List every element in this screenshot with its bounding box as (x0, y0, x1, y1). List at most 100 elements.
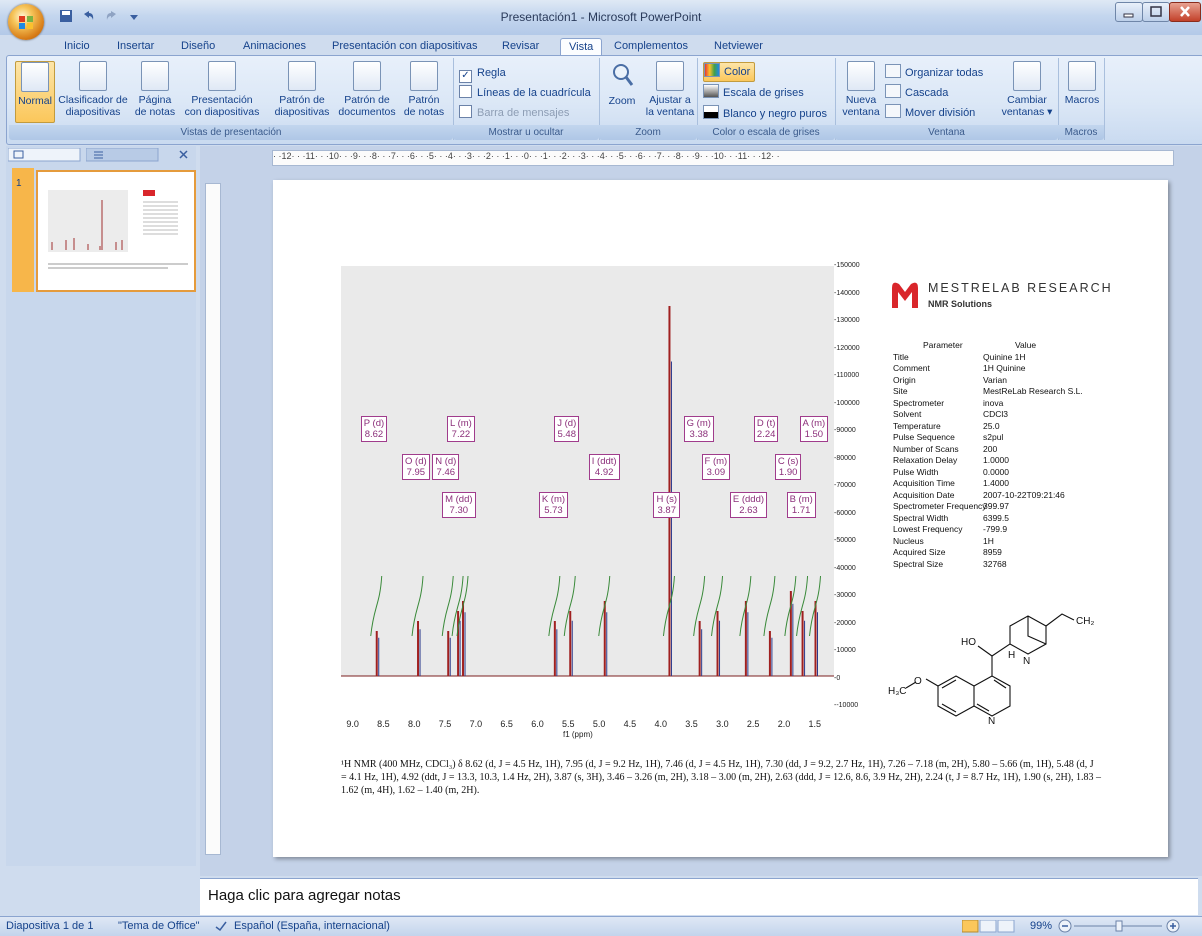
minimize-button[interactable] (1115, 2, 1143, 22)
status-theme[interactable]: "Tema de Office" (118, 920, 200, 932)
tab-slides[interactable] (8, 148, 88, 162)
param-key: Solvent (893, 409, 922, 419)
magnifier-icon (613, 64, 634, 86)
vertical-ruler[interactable] (205, 183, 221, 855)
cascade-button[interactable]: Cascada (885, 84, 948, 102)
notes-placeholder: Haga clic para agregar notas (208, 887, 401, 904)
slide-sorter-label-1: Clasificador de (58, 94, 128, 106)
arrange-all-button[interactable]: Organizar todas (885, 64, 983, 82)
slide-sorter-icon (79, 61, 107, 91)
param-key: Pulse Sequence (893, 432, 955, 442)
normal-view-button[interactable]: Normal (15, 61, 55, 123)
cascade-icon (885, 84, 901, 98)
notes-page-button[interactable]: Página de notas (131, 61, 179, 118)
color-button[interactable]: Color (703, 62, 756, 82)
param-key: Spectral Size (893, 558, 944, 569)
horizontal-ruler[interactable]: · ·12· · ·11· · ·10· · ·9· · ·8· · ·7· ·… (272, 150, 1174, 166)
close-panel-icon[interactable] (178, 149, 190, 161)
ruler-checkbox[interactable]: ✓ Regla (459, 64, 506, 83)
macros-label: Macros (1064, 94, 1100, 106)
black-white-icon (703, 105, 719, 119)
ppm-tick: 3.0 (716, 719, 729, 729)
param-key: Nucleus (893, 535, 924, 546)
new-window-label-1: Nueva (845, 94, 877, 106)
param-row: Spectrometer Frequency 399.97 (893, 501, 1143, 513)
slide-thumbnail[interactable] (36, 170, 196, 292)
zoom-button[interactable]: Zoom (603, 61, 641, 107)
param-key: Acquisition Time (893, 478, 955, 488)
message-bar-label: Barra de mensajes (477, 107, 570, 119)
param-row: Acquisition Time 1.4000 (893, 478, 1143, 490)
param-row: Title Quinine 1H (893, 352, 1143, 364)
param-value: 32768 (983, 558, 1007, 569)
checkbox-icon (459, 85, 472, 98)
ppm-axis-label: f1 (ppm) (563, 730, 593, 739)
view-buttons[interactable] (962, 920, 1016, 933)
grayscale-button[interactable]: Escala de grises (703, 84, 804, 102)
mestrelab-brand: MESTRELAB RESEARCH NMR Solutions (888, 278, 1148, 318)
gridlines-checkbox[interactable]: Líneas de la cuadrícula (459, 84, 591, 102)
notes-master-button[interactable]: Patrón de notas (399, 61, 449, 118)
close-button[interactable] (1169, 2, 1201, 22)
normal-view-icon (21, 62, 49, 92)
tab-inicio[interactable]: Inicio (64, 38, 90, 55)
move-split-icon (885, 104, 901, 118)
window-title: Presentación1 - Microsoft PowerPoint (500, 10, 702, 24)
param-value: 399.97 (983, 501, 1009, 511)
slide-master-button[interactable]: Patrón de diapositivas (269, 61, 335, 118)
zoom-level[interactable]: 99% (1030, 920, 1052, 932)
thumbnail-number: 1 (16, 178, 22, 189)
maximize-button[interactable] (1142, 2, 1170, 22)
redo-icon[interactable] (104, 8, 120, 24)
nmr-spectrum: P (d) 8.62 O (d) 7.95 M (dd) 7.30 L (m) 7.22 N (… (341, 266, 834, 739)
tab-revisar[interactable]: Revisar (502, 38, 539, 55)
gridlines-label: Líneas de la cuadrícula (477, 87, 591, 99)
intensity-tick: -0 (834, 674, 841, 682)
param-value: Quinine 1H (983, 351, 1026, 362)
customize-qat-icon[interactable] (126, 8, 142, 24)
param-key: Acquisition Date (893, 489, 955, 500)
new-window-button[interactable]: Nueva ventana (841, 61, 881, 118)
tab-outline[interactable] (86, 148, 166, 162)
move-split-button[interactable]: Mover división (885, 104, 975, 122)
tab-insertar[interactable]: Insertar (117, 38, 154, 55)
group-label-zoom: Zoom (599, 125, 697, 140)
group-vistas: Normal Clasificador de diapositivas Pági… (9, 58, 454, 140)
tab-presentacion[interactable]: Presentación con diapositivas (332, 38, 478, 55)
arrange-all-icon (885, 64, 901, 78)
undo-icon[interactable] (80, 8, 96, 24)
ppm-tick: 5.5 (562, 719, 575, 729)
intensity-tick: -50000 (834, 537, 856, 544)
param-row: Pulse Sequence s2pul (893, 432, 1143, 444)
slide-canvas[interactable]: P (d) 8.62 O (d) 7.95 M (dd) 7.30 L (m) 7.22 N (… (273, 180, 1168, 857)
bw-button[interactable]: Blanco y negro puros (703, 105, 827, 123)
quinine-structure: HO H N CH₂ H₃C O N (888, 613, 1094, 727)
intensity-tick: -110000 (834, 372, 860, 379)
tab-netviewer[interactable]: Netviewer (714, 38, 763, 55)
switch-windows-button[interactable]: Cambiar ventanas ▾ (999, 61, 1055, 118)
param-value: 2007-10-22T09:21:46 (983, 489, 1065, 500)
ppm-tick: 4.5 (623, 719, 637, 729)
grayscale-label: Escala de grises (723, 87, 804, 99)
tab-diseno[interactable]: Diseño (181, 38, 215, 55)
slideshow-button[interactable]: Presentación con diapositivas (179, 61, 265, 118)
spellcheck-icon[interactable] (214, 920, 228, 932)
param-key: Origin (893, 374, 916, 385)
param-value: 1.4000 (983, 478, 1009, 488)
zoom-slider[interactable] (1058, 919, 1198, 934)
save-icon[interactable] (58, 8, 74, 24)
tab-animaciones[interactable]: Animaciones (243, 38, 306, 55)
status-language[interactable]: Español (España, internacional) (234, 920, 390, 932)
notes-pane[interactable]: Haga clic para agregar notas (200, 878, 1198, 915)
slide-sorter-button[interactable]: Clasificador de diapositivas (55, 61, 131, 118)
tab-vista[interactable]: Vista (560, 38, 603, 56)
param-row: Relaxation Delay 1.0000 (893, 455, 1143, 467)
group-ventana: Nueva ventana Organizar todas Cascada Mo… (835, 58, 1059, 140)
status-bar: Diapositiva 1 de 1 "Tema de Office" Espa… (0, 916, 1202, 936)
fit-window-button[interactable]: Ajustar a la ventana (643, 61, 697, 118)
tab-complementos[interactable]: Complementos (614, 38, 688, 55)
macros-button[interactable]: Macros (1062, 61, 1102, 106)
param-value: 8959 (983, 547, 1002, 557)
group-label-macros: Macros (1058, 125, 1104, 140)
handout-master-button[interactable]: Patrón de documentos (335, 61, 399, 118)
